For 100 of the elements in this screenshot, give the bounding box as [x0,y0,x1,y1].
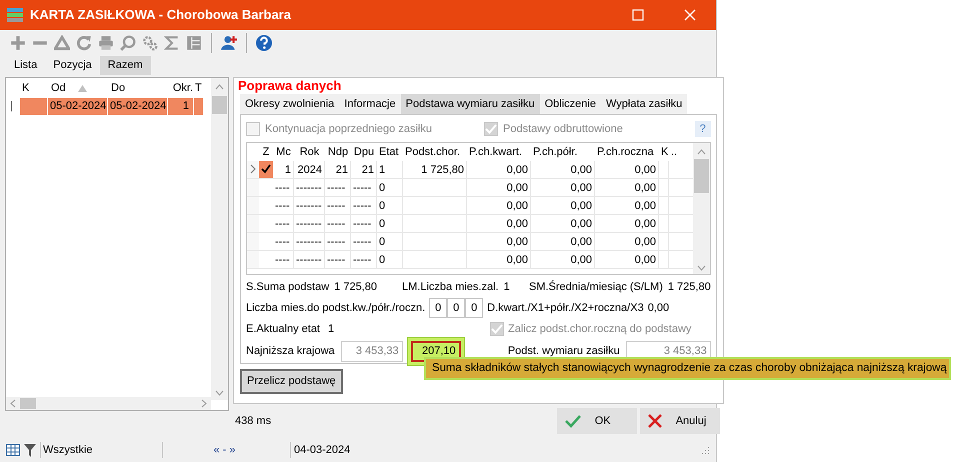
column-header[interactable]: P.ch.półr. [531,144,595,161]
vertical-scrollbar[interactable] [211,78,228,400]
tab[interactable]: Obliczenie [540,94,601,114]
column-header[interactable]: Z [259,144,273,161]
column-header[interactable]: K [22,80,30,96]
table-row[interactable]: ---- ------- ----- ----- 0 0,00 0,00 0,00 [247,250,693,269]
section-title: Poprawa danych [237,78,342,94]
gears-icon[interactable] [142,35,158,51]
scroll-up-icon[interactable] [215,84,224,90]
maximize-icon[interactable] [632,9,644,21]
table-cell: 0,00 [467,196,531,214]
timing-text: 438 ms [234,414,272,429]
field-value: 1 [328,322,334,337]
column-header[interactable]: P.ch.roczna [595,144,659,161]
scroll-down-icon[interactable] [215,390,224,396]
table-cell: 0,00 [467,178,531,196]
scroll-thumb[interactable] [694,158,709,193]
vertical-scrollbar[interactable] [692,142,710,274]
column-header[interactable]: T [195,80,202,96]
column-header[interactable]: Dpu [351,144,377,161]
table-row[interactable]: ---- ------- ----- ----- 0 0,00 0,00 0,00 [247,214,693,233]
table-cell: 0,00 [531,232,595,250]
tab[interactable]: Okresy zwolnienia [240,94,340,114]
printer-icon[interactable] [98,35,114,51]
scroll-up-icon[interactable] [696,148,706,155]
row-header-cell[interactable] [247,196,259,214]
column-header[interactable]: Podst.chor. [403,144,467,161]
value-field[interactable]: 3 453,33 [340,340,403,362]
month-count-field[interactable]: 0 [429,298,448,318]
field-value: 0,00 [648,300,670,316]
main-tab[interactable]: Lista [6,56,46,75]
row-header-cell[interactable] [247,232,259,250]
column-header[interactable]: P.ch.kwart. [467,144,531,161]
table-row[interactable]: ---- ------- ----- ----- 0 0,00 0,00 0,00 [247,178,693,197]
table-cell: ----- [351,250,377,268]
table-cell: ----- [325,232,351,250]
month-count-field[interactable]: 0 [447,298,466,318]
table-cell: 05-02-2024 [108,98,168,115]
scroll-thumb[interactable] [20,398,36,409]
search-icon[interactable] [120,35,136,51]
cancel-button[interactable]: Anuluj [640,408,720,434]
navigation-status[interactable]: « - » [162,442,286,458]
tab[interactable]: Wypłata zasiłku [600,94,688,114]
table-row[interactable]: ---- ------- ----- ----- 0 0,00 0,00 0,00 [247,196,693,215]
sigma-icon[interactable] [164,35,180,51]
table-cell: ------- [294,214,325,232]
scroll-left-icon[interactable] [10,399,16,408]
refresh-icon[interactable] [76,35,92,51]
app-icon [6,7,24,23]
date-status: 04-03-2024 [290,442,350,458]
tab[interactable]: Informacje [339,94,401,114]
table-cell: 0,00 [595,160,659,178]
column-header[interactable]: .. [669,144,679,161]
horizontal-scrollbar[interactable] [6,397,211,410]
row-header-cell[interactable] [247,160,259,178]
row-header-cell[interactable] [247,178,259,196]
column-header[interactable]: Ndp [325,144,351,161]
column-header[interactable]: Mc [273,144,294,161]
plus-icon[interactable] [10,35,26,51]
table-icon[interactable] [6,444,20,456]
resize-grip-icon[interactable] [700,445,710,455]
column-header[interactable]: Etat [377,144,403,161]
ok-button[interactable]: OK [556,408,637,434]
column-header[interactable]: Okr. [172,80,193,96]
columns-icon[interactable] [186,35,202,51]
row-header-cell[interactable] [247,214,259,232]
month-count-field[interactable]: 0 [465,298,484,318]
table-cell: ----- [325,214,351,232]
filter-icon[interactable] [24,444,36,456]
main-tab[interactable]: Razem [100,56,151,75]
table-cell: ------- [294,178,325,196]
tab[interactable]: Podstawa wymiaru zasiłku [400,94,540,114]
scroll-down-icon[interactable] [696,264,706,271]
table-cell: ------- [294,196,325,214]
field-label: Najniższa krajowa [246,344,335,359]
field-label: Liczba mies.do podst.kw./półr./roczn. [246,300,426,316]
checkbox-cell[interactable] [259,160,273,178]
main-tab[interactable]: Pozycja [45,56,100,75]
table-row[interactable]: ---- ------- ----- ----- 0 0,00 0,00 0,00 [247,232,693,251]
table-cell: ---- [273,250,294,268]
close-icon[interactable] [684,9,696,21]
add-user-icon[interactable] [221,35,237,51]
table-cell: 0,00 [467,232,531,250]
scroll-right-icon[interactable] [201,399,207,408]
table-row[interactable]: 1 2024 21 21 1 1 725,80 0,00 0,00 0,00 [247,160,693,179]
row-header-cell[interactable] [247,250,259,268]
check-icon [261,164,271,174]
column-header[interactable]: Do [111,80,126,96]
recalculate-button[interactable]: Przelicz podstawę [240,369,343,394]
table-cell: ----- [351,196,377,214]
checkbox-label: Kontynuacja poprzedniego zasiłku [265,122,432,137]
help-button[interactable]: ? [694,120,711,137]
table-cell: 0,00 [531,178,595,196]
help-icon[interactable] [256,35,272,51]
column-header[interactable]: K [659,144,669,161]
triangle-icon[interactable] [54,35,70,51]
column-header[interactable]: Od [51,80,87,96]
column-header[interactable]: Rok [294,144,325,161]
field-label: Podst. wymiaru zasiłku [508,344,620,359]
scroll-thumb[interactable] [212,96,227,114]
